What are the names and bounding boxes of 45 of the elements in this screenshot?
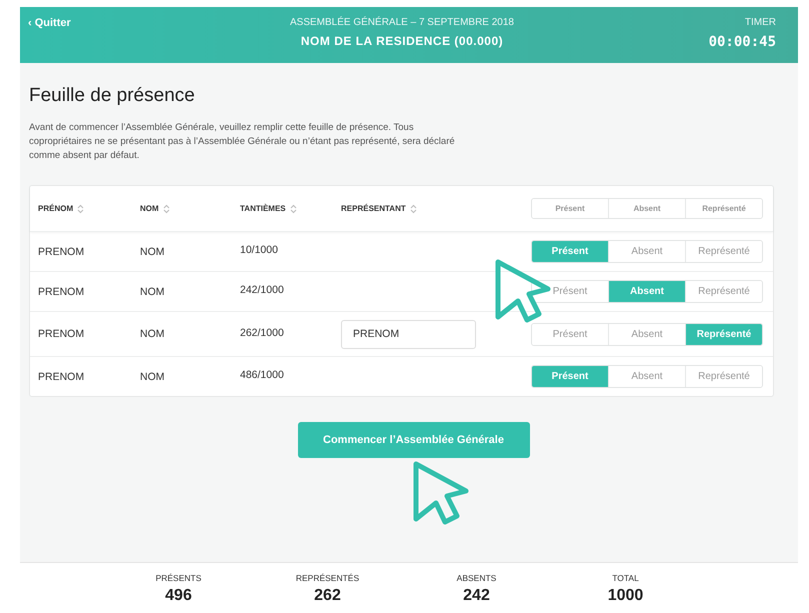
table-cell-text: 10/1000 xyxy=(240,244,279,256)
stat-value: 242 xyxy=(463,587,490,605)
start-button[interactable]: Commencer l’Assemblée Générale xyxy=(298,422,530,458)
status-toggle[interactable]: Présent xyxy=(532,366,608,387)
status-toggle[interactable]: Présent xyxy=(532,241,608,262)
timer-value: 00:00:45 xyxy=(708,34,776,50)
table-cell-text: NOM xyxy=(140,246,166,258)
stat-value: 1000 xyxy=(608,587,644,605)
stat-label: ABSENTS xyxy=(456,573,496,583)
table-cell-text: NOM xyxy=(140,328,166,340)
status-toggle[interactable]: Représenté xyxy=(685,324,762,344)
table-cell-text: PRENOM xyxy=(38,370,86,382)
representative-field[interactable]: PRENOM xyxy=(341,320,476,348)
sort-icon[interactable] xyxy=(162,204,170,214)
stat-value: 496 xyxy=(165,587,192,605)
table-cell-text: PRENOM xyxy=(38,328,86,340)
stat-label: PRÉSENTS xyxy=(156,573,202,583)
table-cell-text: NOM xyxy=(140,370,166,382)
stat-label: REPRÉSENTÉS xyxy=(296,573,360,583)
meeting-date: ASSEMBLÉE GÉNÉRALE – 7 SEPTEMBRE 2018 xyxy=(290,17,514,28)
column-header: REPRÉSENTANT xyxy=(341,204,406,213)
filter-tab[interactable]: Représenté xyxy=(685,199,762,218)
table-cell-text: PRENOM xyxy=(38,286,86,298)
residence-title: NOM DE LA RESIDENCE (00.000) xyxy=(300,34,504,48)
table-cell-text: PRENOM xyxy=(38,246,86,258)
sort-icon[interactable] xyxy=(77,204,84,214)
status-toggle[interactable]: Représenté xyxy=(685,281,762,302)
sort-icon[interactable] xyxy=(290,204,297,214)
page-title: Feuille de présence xyxy=(29,85,196,107)
stat-label: TOTAL xyxy=(612,573,639,583)
intro-text: Avant de commencer l’Assemblée Générale, veuillez remplir cette feuille de présence. Tous copropriétaires ne se présentant pas à l’Assemblée Générale ou n’étant pas représenté, sera déclaré comme absent par défaut. xyxy=(29,121,456,163)
status-toggle[interactable]: Représenté xyxy=(685,241,762,262)
table-cell-text: 242/1000 xyxy=(240,284,285,296)
status-toggle[interactable]: Représenté xyxy=(685,366,762,387)
quit-link[interactable]: ‹ Quitter xyxy=(28,17,290,29)
status-toggle[interactable]: Absent xyxy=(608,281,685,302)
table-cell-text: NOM xyxy=(140,286,166,298)
stat-value: 262 xyxy=(314,587,341,605)
column-header: TANTIÈMES xyxy=(240,204,286,213)
table-cell-text: 262/1000 xyxy=(240,327,285,339)
column-header: PRÉNOM xyxy=(38,204,74,213)
sort-icon[interactable] xyxy=(410,204,417,214)
table-cell-text: 486/1000 xyxy=(240,369,285,381)
column-header: NOM xyxy=(140,204,159,213)
timer-label: TIMER xyxy=(744,17,776,28)
